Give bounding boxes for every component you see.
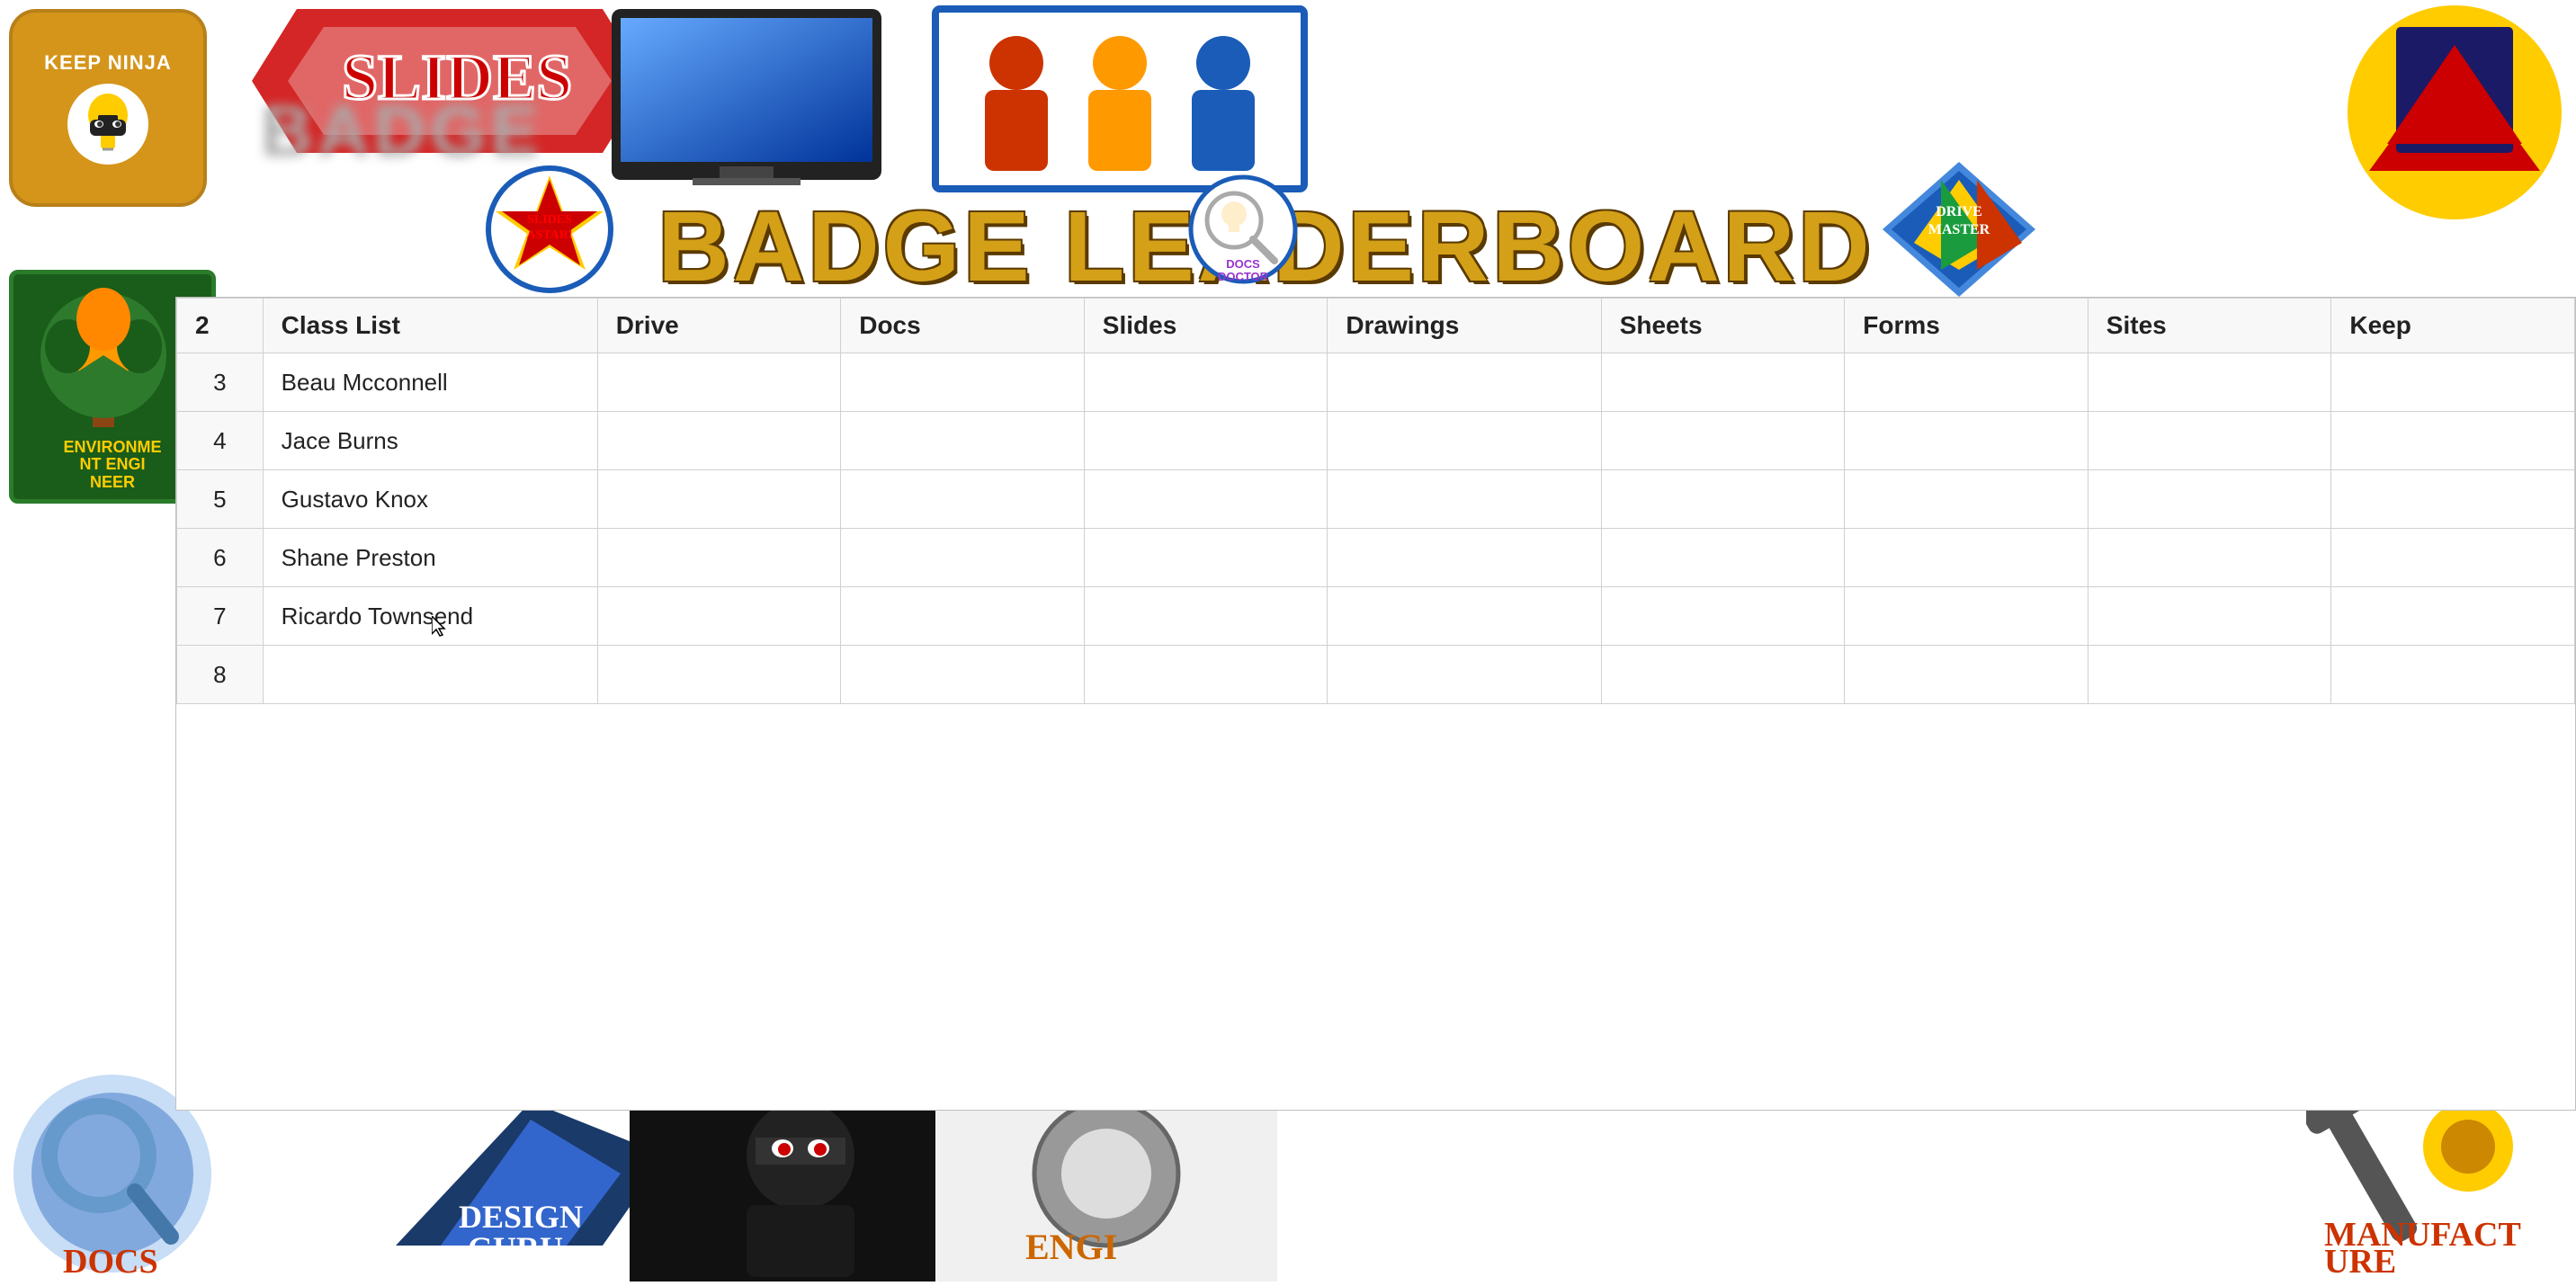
row-num-3: 3 bbox=[177, 353, 264, 412]
svg-text:ENGI: ENGI bbox=[1025, 1227, 1117, 1267]
col-header-slides: Slides bbox=[1084, 299, 1328, 353]
svg-text:DOCTOR: DOCTOR bbox=[1218, 270, 1269, 283]
ninja-bulb bbox=[67, 84, 148, 165]
col-header-keep: Keep bbox=[2331, 299, 2575, 353]
row-num-4: 4 bbox=[177, 412, 264, 470]
slides-star-badge: SLIDES ASTAR! bbox=[482, 162, 617, 297]
spreadsheet-container: 2 Class List Drive Docs Slides Drawings … bbox=[175, 297, 2576, 1111]
badge-table: 2 Class List Drive Docs Slides Drawings … bbox=[176, 298, 2575, 704]
col-header-sites: Sites bbox=[2088, 299, 2331, 353]
student-name-2: Jace Burns bbox=[263, 412, 597, 470]
table-row: 6 Shane Preston bbox=[177, 529, 2575, 587]
docs-doctor-badge: DOCS DOCTOR bbox=[1185, 171, 1301, 288]
svg-text:URE: URE bbox=[2324, 1243, 2396, 1281]
col-header-class-list: Class List bbox=[263, 299, 597, 353]
table-row: 8 bbox=[177, 646, 2575, 704]
svg-text:MASTER: MASTER bbox=[1928, 222, 1990, 237]
student-name-1: Beau Mcconnell bbox=[263, 353, 597, 412]
badge-icons-row: SLIDES ASTAR! DOCS DOCTOR bbox=[198, 166, 2333, 292]
row-num-5: 5 bbox=[177, 470, 264, 529]
svg-text:DRIVE: DRIVE bbox=[1936, 204, 1983, 219]
col-header-drawings: Drawings bbox=[1328, 299, 1601, 353]
row-num-6: 6 bbox=[177, 529, 264, 587]
table-row: 5 Gustavo Knox bbox=[177, 470, 2575, 529]
col-header-docs: Docs bbox=[841, 299, 1085, 353]
svg-text:GURU: GURU bbox=[468, 1230, 563, 1266]
svg-text:DOCS: DOCS bbox=[1226, 257, 1260, 271]
svg-text:ASTAR!: ASTAR! bbox=[526, 228, 572, 242]
student-name-4: Shane Preston bbox=[263, 529, 597, 587]
table-row: 3 Beau Mcconnell bbox=[177, 353, 2575, 412]
keep-ninja-label: KEEP NINJA bbox=[44, 51, 172, 75]
engine-bottom-icon: ENGI bbox=[935, 1084, 1277, 1282]
svg-text:SLIDES: SLIDES bbox=[527, 213, 572, 227]
col-header-sheets: Sheets bbox=[1601, 299, 1845, 353]
drive-master-badge: DRIVE MASTER bbox=[1869, 157, 2049, 301]
svg-text:DESIGN: DESIGN bbox=[459, 1199, 583, 1235]
keep-ninja-icon: KEEP NINJA bbox=[9, 9, 207, 207]
table-row: 4 Jace Burns bbox=[177, 412, 2575, 470]
student-name-5: Ricardo Townsend bbox=[263, 587, 597, 646]
ninja-bottom-icon bbox=[630, 1084, 971, 1282]
col-header-drive: Drive bbox=[597, 299, 841, 353]
row-num-header: 2 bbox=[177, 299, 264, 353]
top-right-circle-icon bbox=[2342, 0, 2567, 225]
row-num-7: 7 bbox=[177, 587, 264, 646]
student-name-3: Gustavo Knox bbox=[263, 470, 597, 529]
env-engineer-label: ENVIRONMENT ENGINEER bbox=[63, 439, 161, 492]
col-header-forms: Forms bbox=[1845, 299, 2089, 353]
svg-text:DOCS: DOCS bbox=[63, 1243, 158, 1281]
table-row: 7 Ricardo Townsend bbox=[177, 587, 2575, 646]
row-num-8: 8 bbox=[177, 646, 264, 704]
